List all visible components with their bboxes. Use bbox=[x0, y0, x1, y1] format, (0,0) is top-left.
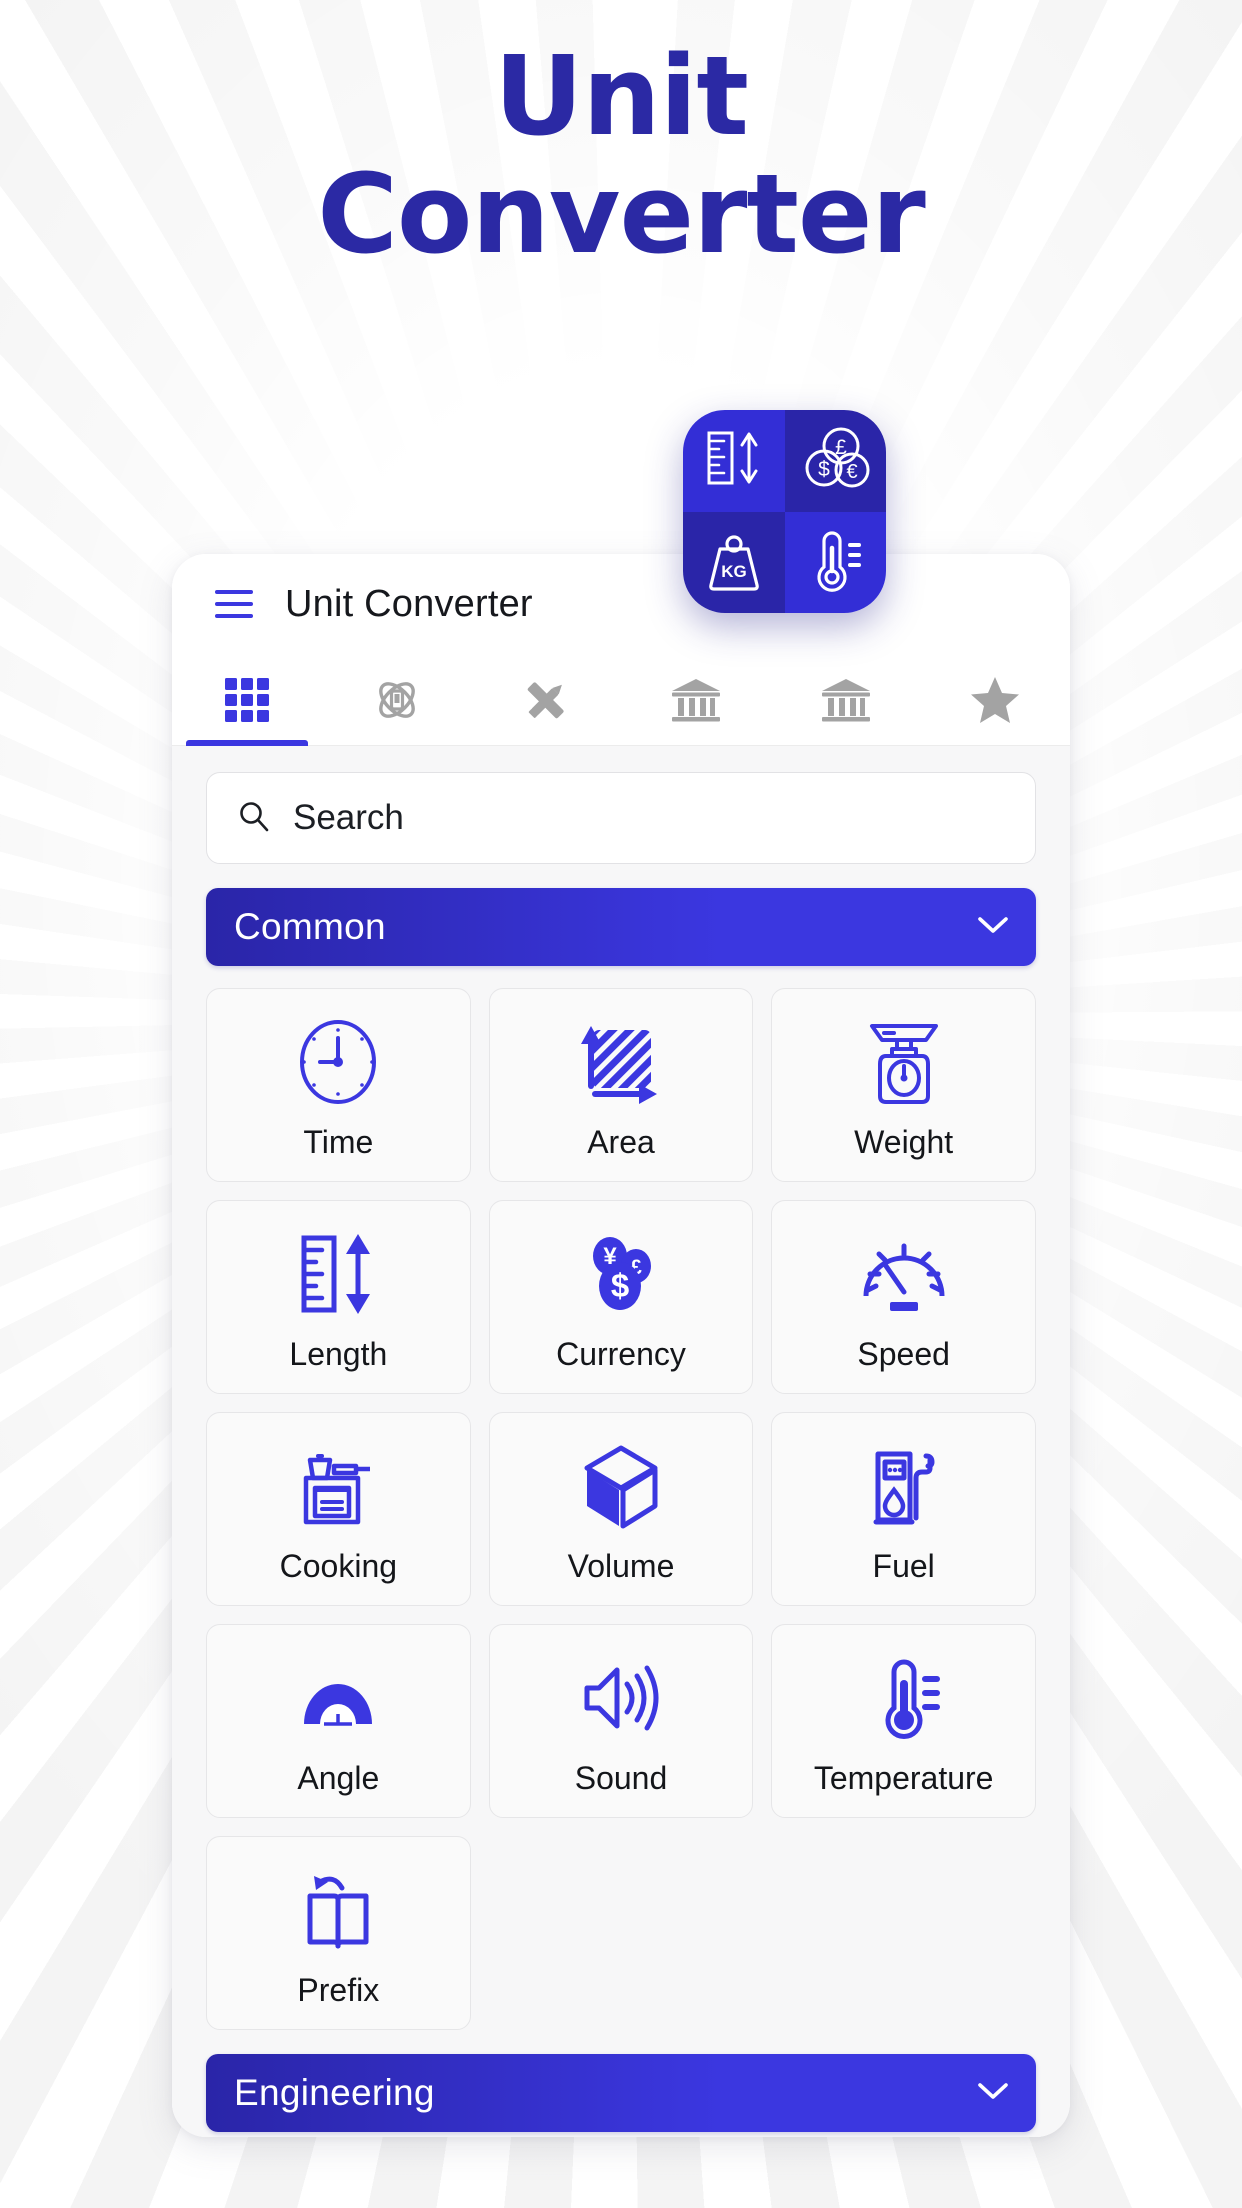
area-hatched-square-icon bbox=[573, 1010, 669, 1114]
category-card-time[interactable]: Time bbox=[206, 988, 471, 1182]
clock-icon bbox=[290, 1010, 386, 1114]
phone-mockup: Unit Converter Search Common Time Area W… bbox=[172, 554, 1070, 2137]
category-card-area[interactable]: Area bbox=[488, 988, 754, 1182]
speaker-sound-icon bbox=[573, 1646, 669, 1750]
svg-text:$: $ bbox=[611, 1267, 629, 1304]
prefix-book-icon bbox=[290, 1858, 386, 1962]
section-header-engineering[interactable]: Engineering bbox=[206, 2054, 1036, 2132]
tab-strip bbox=[172, 654, 1070, 746]
search-icon bbox=[237, 799, 271, 838]
category-card-temperature[interactable]: Temperature bbox=[771, 1624, 1036, 1818]
ruler-arrow-icon bbox=[290, 1222, 386, 1326]
app-icon-quadrant-currency: £ $ € bbox=[784, 410, 886, 512]
category-label: Sound bbox=[574, 1759, 668, 1796]
hamburger-menu-icon[interactable] bbox=[215, 590, 253, 618]
category-label: Temperature bbox=[813, 1759, 994, 1796]
app-icon-quadrant-length bbox=[683, 410, 785, 512]
kitchen-scale-icon bbox=[856, 1010, 952, 1114]
app-bar-title: Unit Converter bbox=[285, 582, 533, 625]
category-card-weight[interactable]: Weight bbox=[771, 988, 1036, 1182]
search-placeholder: Search bbox=[293, 798, 404, 837]
star-favorite-icon bbox=[968, 674, 1022, 726]
screen-content: Search Common Time Area Weight Length ¥ … bbox=[172, 746, 1070, 2137]
category-label: Volume bbox=[567, 1547, 675, 1584]
tab-other[interactable] bbox=[771, 654, 921, 746]
svg-text:$: $ bbox=[818, 458, 830, 481]
category-label: Fuel bbox=[872, 1547, 935, 1584]
tab-all[interactable] bbox=[172, 654, 322, 746]
svg-text:KG: KG bbox=[721, 562, 747, 581]
drafting-tools-icon bbox=[519, 673, 573, 727]
protractor-icon bbox=[290, 1646, 386, 1750]
section-title: Common bbox=[234, 906, 386, 947]
cube-volume-icon bbox=[573, 1434, 669, 1538]
currency-coins-icon: £ $ € bbox=[797, 420, 873, 501]
category-card-speed[interactable]: Speed bbox=[771, 1200, 1036, 1394]
app-icon-quadrant-weight: KG bbox=[683, 511, 785, 613]
tab-finance[interactable] bbox=[621, 654, 771, 746]
category-card-sound[interactable]: Sound bbox=[488, 1624, 754, 1818]
category-label: Weight bbox=[854, 1123, 954, 1160]
chevron-down-icon bbox=[976, 914, 1010, 941]
thermometer-icon bbox=[856, 1646, 952, 1750]
kg-weight-icon: KG bbox=[697, 523, 771, 602]
svg-text:€: € bbox=[847, 461, 858, 483]
app-bar: Unit Converter bbox=[172, 554, 1070, 654]
category-grid: Time Area Weight Length ¥ £ $ Currency S… bbox=[206, 988, 1036, 2030]
category-card-cooking[interactable]: Cooking bbox=[206, 1412, 471, 1606]
bank-building-icon bbox=[669, 675, 723, 725]
chevron-down-icon bbox=[976, 2080, 1010, 2107]
app-icon-quadrant-temperature bbox=[784, 511, 886, 613]
bank-building-icon bbox=[819, 675, 873, 725]
category-card-angle[interactable]: Angle bbox=[206, 1624, 471, 1818]
category-card-currency[interactable]: ¥ £ $ Currency bbox=[488, 1200, 754, 1394]
category-label: Speed bbox=[857, 1335, 950, 1372]
category-card-length[interactable]: Length bbox=[206, 1200, 471, 1394]
section-title: Engineering bbox=[234, 2072, 435, 2113]
cooking-mixer-icon bbox=[290, 1434, 386, 1538]
app-icon-badge: £ $ € KG bbox=[683, 410, 886, 613]
category-label: Time bbox=[303, 1123, 374, 1160]
category-label: Area bbox=[587, 1123, 655, 1160]
currency-coins-icon: ¥ £ $ bbox=[573, 1222, 669, 1326]
category-card-fuel[interactable]: Fuel bbox=[771, 1412, 1036, 1606]
fuel-pump-icon bbox=[856, 1434, 952, 1538]
page-title-line-2: Converter bbox=[317, 149, 926, 278]
page-title: Unit Converter bbox=[0, 32, 1242, 278]
grid-apps-icon bbox=[221, 674, 273, 726]
category-card-prefix[interactable]: Prefix bbox=[206, 1836, 471, 2030]
section-header-common[interactable]: Common bbox=[206, 888, 1036, 966]
category-label: Angle bbox=[297, 1759, 380, 1796]
thermometer-icon bbox=[798, 523, 872, 602]
search-input[interactable]: Search bbox=[206, 772, 1036, 864]
category-label: Prefix bbox=[297, 1971, 380, 2008]
tab-favorites[interactable] bbox=[920, 654, 1070, 746]
tab-science[interactable] bbox=[322, 654, 472, 746]
category-label: Currency bbox=[556, 1335, 686, 1372]
ruler-arrow-icon bbox=[697, 421, 771, 500]
tab-construction[interactable] bbox=[471, 654, 621, 746]
active-tab-indicator bbox=[185, 739, 308, 746]
category-label: Length bbox=[289, 1335, 388, 1372]
category-card-volume[interactable]: Volume bbox=[488, 1412, 754, 1606]
page-title-line-1: Unit bbox=[494, 32, 749, 160]
speedometer-icon bbox=[856, 1222, 952, 1326]
category-label: Cooking bbox=[279, 1547, 398, 1584]
atom-science-icon bbox=[369, 672, 425, 728]
